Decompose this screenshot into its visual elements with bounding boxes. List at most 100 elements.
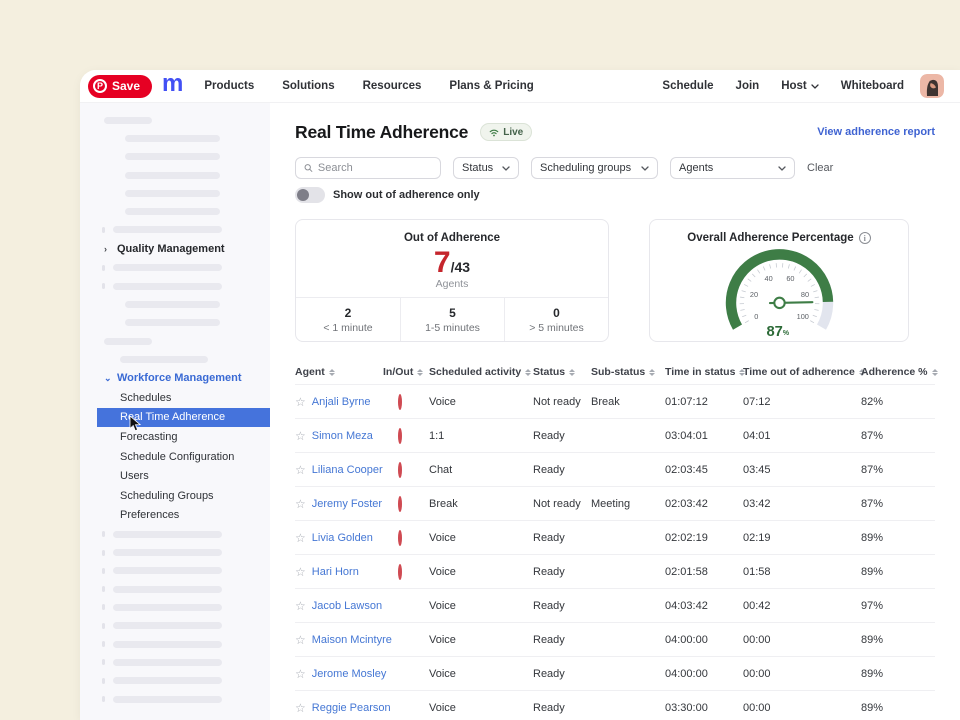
out-of-adherence-card: Out of Adherence 7/43 Agents 2< 1 minute… xyxy=(295,219,609,342)
search-box[interactable] xyxy=(295,157,441,179)
star-icon[interactable]: ☆ xyxy=(295,532,306,544)
adherence-cell: 87% xyxy=(861,498,935,510)
nav-solutions[interactable]: Solutions xyxy=(282,80,334,92)
column-header-label: Time in status xyxy=(665,366,735,378)
nav-schedule[interactable]: Schedule xyxy=(662,80,713,92)
nav-resources[interactable]: Resources xyxy=(363,80,422,92)
sidebar-section-label: Workforce Management xyxy=(117,372,242,384)
scheduled-activity-cell: Voice xyxy=(429,396,533,408)
toggle-label: Show out of adherence only xyxy=(333,189,480,201)
nav-host[interactable]: Host xyxy=(781,80,819,92)
skeleton-chevron-mark xyxy=(102,265,105,271)
time-out-of-adherence-cell: 03:45 xyxy=(743,464,861,476)
column-header-status[interactable]: Status xyxy=(533,366,591,378)
star-icon[interactable]: ☆ xyxy=(295,600,306,612)
pinterest-save-button[interactable]: P Save xyxy=(88,75,152,98)
breakdown-item: 5 1-5 minutes xyxy=(400,298,504,341)
star-icon[interactable]: ☆ xyxy=(295,668,306,680)
star-icon[interactable]: ☆ xyxy=(295,396,306,408)
nav-products[interactable]: Products xyxy=(204,80,254,92)
table-row: ☆Livia GoldenVoiceReady02:02:1902:1989% xyxy=(295,520,935,554)
star-icon[interactable]: ☆ xyxy=(295,498,306,510)
column-header-in-out[interactable]: In/Out xyxy=(383,366,429,378)
view-adherence-report-link[interactable]: View adherence report xyxy=(817,126,935,138)
agent-name-link[interactable]: Simon Meza xyxy=(312,430,373,442)
agent-name-link[interactable]: Livia Golden xyxy=(312,532,373,544)
clear-filters-button[interactable]: Clear xyxy=(807,162,833,174)
sidebar-item-schedule-configuration[interactable]: Schedule Configuration xyxy=(80,447,270,467)
sort-icon xyxy=(525,369,531,376)
breakdown-value: 5 xyxy=(449,306,456,320)
table-row: ☆Anjali ByrneVoiceNot readyBreak01:07:12… xyxy=(295,384,935,418)
adherence-status-dot xyxy=(398,428,402,444)
sidebar-item-users[interactable]: Users xyxy=(80,466,270,486)
filter-dropdown-status[interactable]: Status xyxy=(453,157,519,179)
breakdown-value: 0 xyxy=(553,306,560,320)
time-out-of-adherence-cell: 04:01 xyxy=(743,430,861,442)
skeleton-bar xyxy=(113,659,222,666)
summary-cards: Out of Adherence 7/43 Agents 2< 1 minute… xyxy=(295,219,935,342)
nav-join[interactable]: Join xyxy=(736,80,760,92)
breakdown-label: < 1 minute xyxy=(323,322,372,334)
agent-name-link[interactable]: Jerome Mosley xyxy=(312,668,387,680)
nav-whiteboard[interactable]: Whiteboard xyxy=(841,80,904,92)
star-icon[interactable]: ☆ xyxy=(295,634,306,646)
adherence-cell: 89% xyxy=(861,532,935,544)
column-header-agent[interactable]: Agent xyxy=(295,366,383,378)
star-icon[interactable]: ☆ xyxy=(295,566,306,578)
breakdown-label: 1-5 minutes xyxy=(425,322,480,334)
filter-dropdown-scheduling-groups[interactable]: Scheduling groups xyxy=(531,157,658,179)
in-out-cell xyxy=(383,634,429,646)
sidebar-item-forecasting[interactable]: Forecasting xyxy=(80,427,270,447)
skeleton-chevron-mark xyxy=(102,227,105,233)
column-header-adherence[interactable]: Adherence % xyxy=(861,366,935,378)
filter-dropdown-agents[interactable]: Agents xyxy=(670,157,795,179)
column-header-sub-status[interactable]: Sub-status xyxy=(591,366,665,378)
skeleton-chevron-mark xyxy=(102,604,105,610)
agent-name-link[interactable]: Maison Mcintyre xyxy=(312,634,392,646)
sidebar-item-schedules[interactable]: Schedules xyxy=(80,388,270,408)
agent-name-link[interactable]: Reggie Pearson xyxy=(312,702,391,714)
sub-status-cell: Break xyxy=(591,396,665,408)
miro-logo[interactable]: m xyxy=(162,74,182,94)
show-out-of-adherence-toggle[interactable] xyxy=(295,187,325,203)
in-out-cell xyxy=(383,600,429,612)
status-cell: Ready xyxy=(533,464,591,476)
sort-icon xyxy=(569,369,575,376)
agent-name-link[interactable]: Hari Horn xyxy=(312,566,359,578)
info-icon[interactable]: i xyxy=(859,232,871,244)
search-input[interactable] xyxy=(318,162,432,174)
sidebar-item-preferences[interactable]: Preferences xyxy=(80,506,270,526)
svg-text:60: 60 xyxy=(786,274,794,283)
column-header-time-in-status[interactable]: Time in status xyxy=(665,366,743,378)
adherence-cell: 87% xyxy=(861,430,935,442)
skeleton-bar xyxy=(104,117,152,124)
table-row: ☆Reggie PearsonVoiceReady03:30:0000:0089… xyxy=(295,690,935,720)
column-header-scheduled-activity[interactable]: Scheduled activity xyxy=(429,366,533,378)
sidebar-skeleton-item xyxy=(80,672,270,690)
chevron-down-icon xyxy=(502,162,510,174)
agent-name-link[interactable]: Jacob Lawson xyxy=(312,600,382,612)
pinterest-icon: P xyxy=(93,79,107,93)
agent-name-link[interactable]: Liliana Cooper xyxy=(312,464,383,476)
scheduled-activity-cell: Voice xyxy=(429,668,533,680)
skeleton-bar xyxy=(125,319,220,326)
sidebar-section-workforce-management[interactable]: ⌄Workforce Management xyxy=(80,368,270,388)
column-header-time-out-of-adherence[interactable]: Time out of adherence xyxy=(743,366,861,378)
adherence-cell: 87% xyxy=(861,464,935,476)
star-icon[interactable]: ☆ xyxy=(295,464,306,476)
star-icon[interactable]: ☆ xyxy=(295,702,306,714)
nav-plans-pricing[interactable]: Plans & Pricing xyxy=(449,80,533,92)
avatar[interactable] xyxy=(920,74,944,98)
star-icon[interactable]: ☆ xyxy=(295,430,306,442)
sidebar-section-quality-management[interactable]: ›Quality Management xyxy=(80,239,270,259)
dropdown-label: Scheduling groups xyxy=(540,162,631,174)
page-title: Real Time Adherence xyxy=(295,122,468,143)
sidebar-skeleton-item xyxy=(80,111,270,129)
agent-name-link[interactable]: Jeremy Foster xyxy=(312,498,382,510)
sidebar-skeleton-item xyxy=(80,166,270,184)
skeleton-bar xyxy=(113,677,222,684)
sidebar-item-scheduling-groups[interactable]: Scheduling Groups xyxy=(80,486,270,506)
agent-name-link[interactable]: Anjali Byrne xyxy=(312,396,371,408)
sidebar-item-real-time-adherence[interactable]: Real Time Adherence xyxy=(97,408,270,428)
